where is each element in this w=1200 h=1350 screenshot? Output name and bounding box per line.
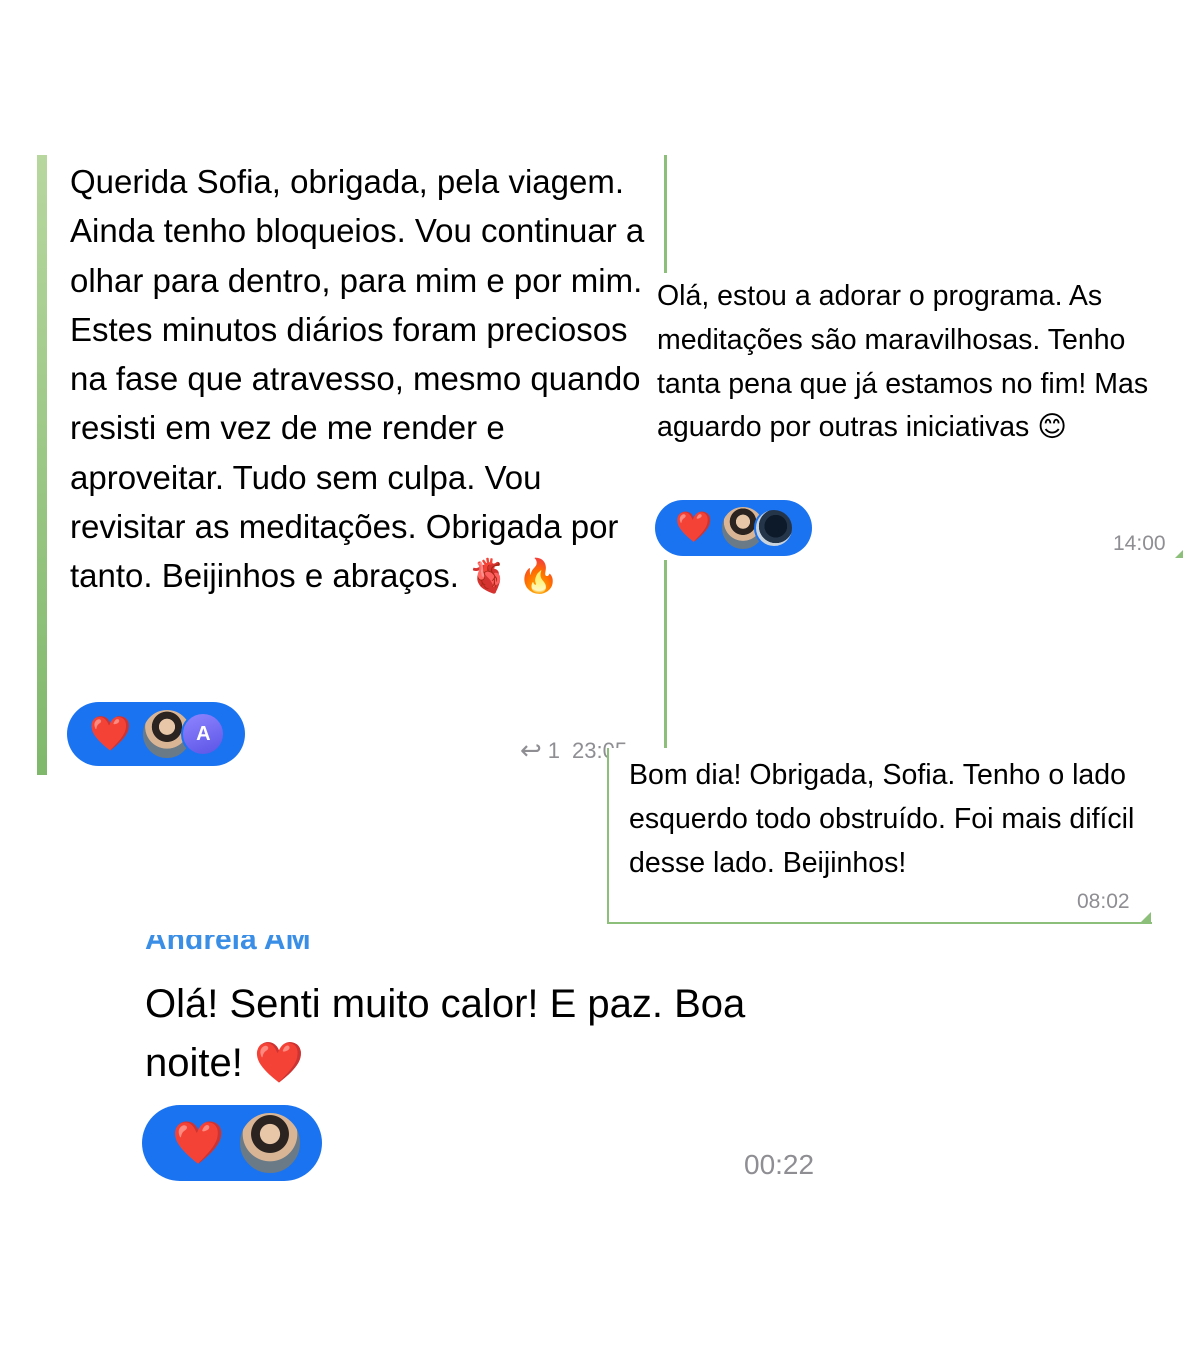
bubble-tail	[1175, 550, 1183, 558]
accent-bar	[37, 155, 47, 775]
divider-line	[664, 155, 667, 273]
message-card-1: Querida Sofia, obrigada, pela viagem. Ai…	[37, 155, 647, 775]
heart-reaction-icon: ❤️	[172, 1119, 225, 1166]
avatar	[754, 508, 795, 548]
sender-name: Andreia AM	[145, 935, 545, 961]
sender-label: Andreia AM	[145, 935, 311, 956]
reply-count: 1	[547, 737, 561, 763]
reaction-pill-4[interactable]: ❤️	[142, 1105, 322, 1181]
message-card-2: Olá, estou a adorar o programa. As medit…	[655, 155, 1185, 565]
reply-icon: ↩	[520, 735, 542, 765]
avatar-letter: A	[181, 712, 226, 756]
message-text-3: Bom dia! Obrigada, Sofia. Tenho o lado e…	[629, 754, 1144, 885]
message-text-1: Querida Sofia, obrigada, pela viagem. Ai…	[70, 157, 650, 601]
reaction-pill-2[interactable]: ❤️	[655, 500, 812, 556]
message-body: Querida Sofia, obrigada, pela viagem. Ai…	[70, 163, 645, 595]
message-text-2: Olá, estou a adorar o programa. As medit…	[657, 275, 1177, 450]
message-time-2: 14:00	[1113, 532, 1166, 555]
message-card-3: Bom dia! Obrigada, Sofia. Tenho o lado e…	[607, 748, 1152, 924]
divider-line	[664, 560, 667, 750]
message-time-4: 00:22	[744, 1149, 815, 1180]
message-card-4: Andreia AM Olá! Senti muito calor! E paz…	[140, 935, 850, 1185]
message-body: Bom dia! Obrigada, Sofia. Tenho o lado e…	[629, 759, 1135, 879]
reaction-pill-1[interactable]: ❤️ A	[67, 702, 245, 766]
bubble-tail	[1141, 912, 1151, 922]
message-emojis: 🫀 🔥	[468, 557, 560, 595]
heart-reaction-icon: ❤️	[675, 511, 713, 544]
message-emojis: 😊	[1037, 411, 1067, 444]
message-emojis: ❤️	[253, 1041, 304, 1085]
message-body: Olá! Senti muito calor! E paz. Boa noite…	[145, 982, 746, 1085]
avatar	[238, 1111, 303, 1175]
heart-reaction-icon: ❤️	[89, 715, 132, 753]
message-time-3: 08:02	[1077, 890, 1130, 913]
message-text-4: Olá! Senti muito calor! E paz. Boa noite…	[145, 975, 845, 1093]
message-body: Olá, estou a adorar o programa. As medit…	[657, 280, 1149, 444]
